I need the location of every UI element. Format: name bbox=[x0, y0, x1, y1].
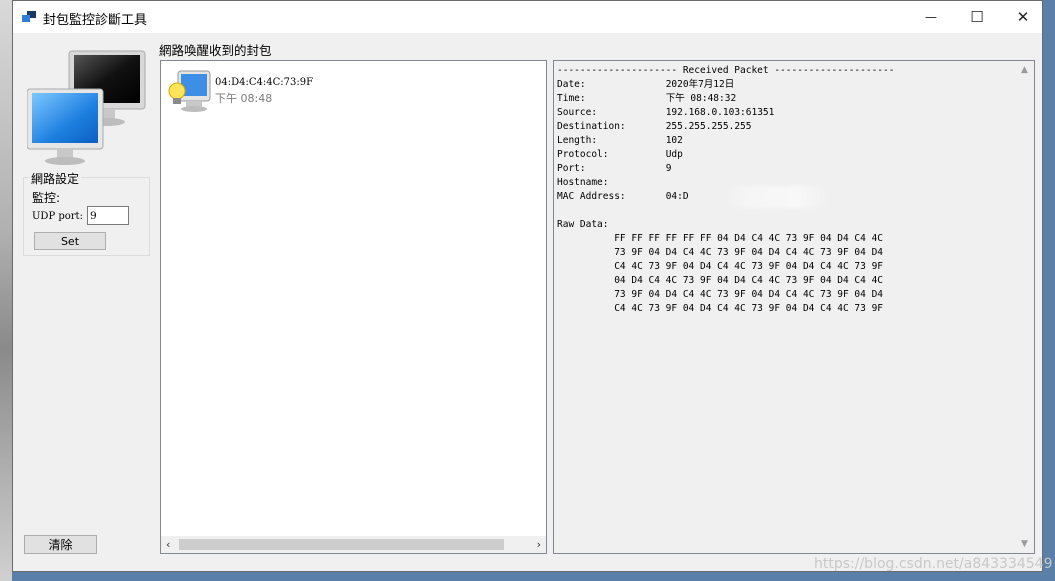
raw-line: C4 4C 73 9F 04 D4 C4 4C 73 9F 04 D4 C4 4… bbox=[557, 303, 884, 314]
clear-button[interactable]: 清除 bbox=[24, 535, 97, 554]
raw-line: C4 4C 73 9F 04 D4 C4 4C 73 9F 04 D4 C4 4… bbox=[557, 261, 884, 272]
field-label-mac: MAC Address: bbox=[557, 191, 626, 202]
title-bar[interactable]: 封包監控診斷工具 — ☐ ✕ bbox=[13, 1, 1042, 33]
close-button[interactable]: ✕ bbox=[1000, 1, 1046, 33]
desktop-background bbox=[0, 0, 12, 581]
field-label-length: Length: bbox=[557, 135, 598, 146]
network-settings-legend: 網路設定 bbox=[29, 170, 82, 187]
minimize-icon: — bbox=[925, 10, 937, 24]
field-label-port: Port: bbox=[557, 163, 586, 174]
vertical-scrollbar[interactable]: ▲ ▼ bbox=[1017, 61, 1034, 553]
watermark: https://blog.csdn.net/a843334549 bbox=[814, 556, 1053, 572]
detail-header: --------------------- Received Packet --… bbox=[557, 65, 895, 76]
maximize-button[interactable]: ☐ bbox=[954, 1, 1000, 33]
raw-line: FF FF FF FF FF FF 04 D4 C4 4C 73 9F 04 D… bbox=[614, 233, 884, 244]
udp-port-label: UDP port: bbox=[32, 211, 83, 222]
packet-detail-pane[interactable]: --------------------- Received Packet --… bbox=[553, 60, 1035, 554]
network-settings-group: 網路設定 監控: UDP port: Set bbox=[23, 170, 150, 256]
horizontal-scrollbar[interactable]: ‹ › bbox=[161, 536, 546, 553]
packet-time: 下午 08:48 bbox=[215, 92, 273, 105]
scroll-right-icon[interactable]: › bbox=[537, 538, 541, 551]
app-icon bbox=[22, 11, 36, 22]
field-value-length: 102 bbox=[665, 135, 683, 146]
monitor-label: 監控: bbox=[32, 191, 61, 205]
packet-mac: 04:D4:C4:4C:73:9F bbox=[215, 77, 314, 88]
field-label-date: Date: bbox=[557, 79, 586, 90]
field-label-protocol: Protocol: bbox=[557, 149, 609, 160]
set-button[interactable]: Set bbox=[34, 232, 106, 250]
field-label-hostname: Hostname: bbox=[557, 177, 609, 188]
list-item[interactable]: 04:D4:C4:4C:73:9F 下午 08:48 bbox=[168, 67, 368, 115]
field-value-time: 下午 08:48:32 bbox=[665, 93, 737, 104]
field-label-source: Source: bbox=[557, 107, 598, 118]
section-label: 網路喚醒收到的封包 bbox=[159, 43, 272, 58]
raw-line: 73 9F 04 D4 C4 4C 73 9F 04 D4 C4 4C 73 9… bbox=[557, 289, 884, 300]
field-label-time: Time: bbox=[557, 93, 586, 104]
field-value-protocol: Udp bbox=[665, 149, 683, 160]
field-label-destination: Destination: bbox=[557, 121, 626, 132]
window-title: 封包監控診斷工具 bbox=[43, 13, 148, 28]
redaction-blur bbox=[722, 186, 828, 208]
raw-line: 73 9F 04 D4 C4 4C 73 9F 04 D4 C4 4C 73 9… bbox=[557, 247, 884, 258]
field-value-date: 2020年7月12日 bbox=[665, 79, 735, 90]
raw-data-label: Raw Data: bbox=[557, 219, 609, 230]
network-monitors-icon bbox=[27, 50, 146, 165]
app-window: 封包監控診斷工具 — ☐ ✕ 網路設定 監控: UDP port: 9 Set … bbox=[12, 0, 1043, 572]
scroll-up-icon[interactable]: ▲ bbox=[1021, 65, 1028, 75]
scroll-down-icon[interactable]: ▼ bbox=[1021, 539, 1028, 549]
minimize-button[interactable]: — bbox=[908, 1, 954, 33]
close-icon: ✕ bbox=[1016, 8, 1030, 26]
packet-list[interactable]: 04:D4:C4:4C:73:9F 下午 08:48 ‹ › bbox=[160, 60, 547, 554]
udp-port-input[interactable] bbox=[87, 206, 129, 225]
computer-bulb-icon bbox=[168, 70, 211, 112]
maximize-icon: ☐ bbox=[970, 8, 984, 26]
field-value-mac: 04:D bbox=[665, 191, 689, 202]
scroll-left-icon[interactable]: ‹ bbox=[166, 538, 170, 551]
raw-line: 04 D4 C4 4C 73 9F 04 D4 C4 4C 73 9F 04 D… bbox=[557, 275, 884, 286]
field-value-destination: 255.255.255.255 bbox=[665, 121, 752, 132]
field-value-port: 9 bbox=[665, 163, 672, 174]
scroll-thumb[interactable] bbox=[179, 539, 504, 550]
field-value-source: 192.168.0.103:61351 bbox=[665, 107, 775, 118]
